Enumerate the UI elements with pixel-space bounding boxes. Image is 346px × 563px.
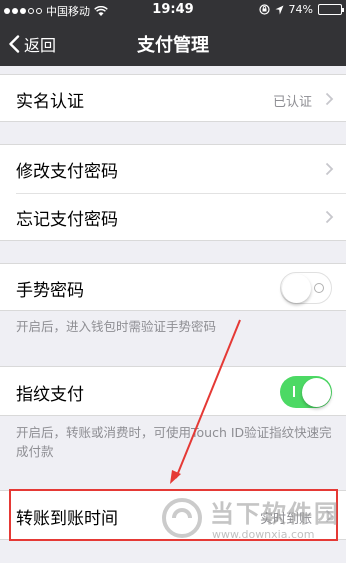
forgot-password-cell[interactable]: 忘记支付密码 [0, 194, 346, 241]
change-password-label: 修改支付密码 [16, 162, 118, 182]
change-password-cell[interactable]: 修改支付密码 [0, 145, 346, 193]
lock-rotation-icon [258, 4, 270, 15]
status-right: 74% [258, 3, 344, 16]
forgot-password-label: 忘记支付密码 [16, 210, 118, 230]
gesture-password-label: 手势密码 [16, 281, 84, 301]
status-bar: 中国移动 19:49 74% [0, 0, 346, 20]
chevron-right-icon [325, 92, 334, 106]
gesture-password-toggle[interactable] [280, 272, 332, 304]
location-arrow-icon [275, 5, 284, 14]
gesture-password-note: 开启后，进入钱包时需验证手势密码 [16, 319, 217, 334]
battery-percent: 74% [288, 3, 313, 16]
toggle-off-mark [314, 283, 324, 293]
fingerprint-label: 指纹支付 [16, 385, 84, 405]
fingerprint-note: 开启后，转账或消费时，可使用Touch ID验证指纹快速完成付款 [16, 425, 332, 459]
toggle-knob [302, 377, 331, 407]
fingerprint-cell: 指纹支付 [0, 366, 346, 416]
chevron-right-icon [325, 162, 334, 176]
watermark-url: www.downxia.com [212, 528, 315, 541]
toggle-on-mark [293, 386, 295, 397]
fingerprint-toggle[interactable] [280, 376, 332, 408]
toggle-knob [282, 274, 311, 303]
battery-icon [318, 4, 344, 15]
real-name-cell[interactable]: 实名认证 已认证 [0, 74, 346, 122]
page-title: 支付管理 [137, 35, 209, 56]
navigation-bar: 返回 支付管理 [0, 20, 346, 66]
password-group: 修改支付密码 忘记支付密码 [0, 144, 346, 241]
real-name-label: 实名认证 [16, 92, 84, 112]
chevron-right-icon [325, 210, 334, 224]
watermark-text: 当下软件园 [210, 500, 340, 528]
real-name-status: 已认证 [272, 95, 312, 110]
gesture-password-cell: 手势密码 [0, 263, 346, 311]
